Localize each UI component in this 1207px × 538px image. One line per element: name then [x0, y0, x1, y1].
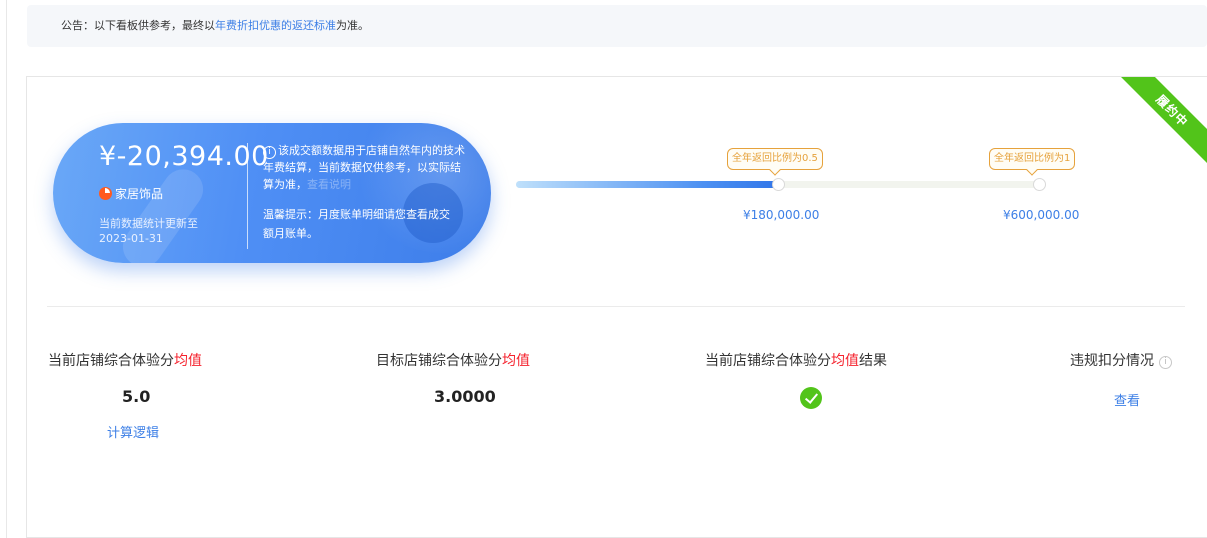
description-text: 该成交额数据用于店铺自然年内的技术年费结算，当前数据仅供参考，以实际结算为准， — [263, 144, 465, 191]
milestone-tag-2: 全年返回比例为1 — [989, 148, 1076, 170]
result-label-text: 当前店铺综合体验分 — [705, 353, 831, 369]
violation-label-text: 违规扣分情况 — [1070, 353, 1154, 369]
milestone-dot-1 — [772, 178, 785, 191]
milestone-amount-2: ¥600,000.00 — [1003, 208, 1080, 222]
category-label: 家居饰品 — [115, 187, 164, 201]
notice-suffix: 为准。 — [336, 19, 369, 32]
dashboard-card: 履约中 ¥-20,394.00 家居饰品 当前数据统计更新至 2023-01-3… — [26, 76, 1207, 538]
check-circle-icon — [800, 387, 822, 409]
current-score-label-text: 当前店铺综合体验分 — [48, 353, 174, 369]
notice-link[interactable]: 年费折扣优惠的返还标准 — [215, 19, 336, 32]
target-score-label-highlight: 均值 — [502, 353, 530, 369]
milestone-dot-2 — [1033, 178, 1046, 191]
result-label: 当前店铺综合体验分均值结果 — [705, 350, 887, 370]
category: 家居饰品 — [99, 185, 163, 202]
update-date: 2023-01-31 — [99, 232, 163, 245]
calc-logic-link[interactable]: 计算逻辑 — [107, 422, 159, 441]
question-icon[interactable]: i — [1159, 356, 1172, 369]
milestone-tag-1: 全年返回比例为0.5 — [727, 148, 823, 170]
violation-label: 违规扣分情况 i — [1070, 350, 1172, 370]
description-link[interactable]: 查看说明 — [307, 178, 351, 191]
update-label: 当前数据统计更新至 — [99, 217, 198, 230]
section-divider — [47, 306, 1185, 307]
data-description: i 该成交额数据用于店铺自然年内的技术年费结算，当前数据仅供参考，以实际结算为准，… — [263, 142, 468, 193]
pill-decoration-stripe — [115, 161, 211, 263]
progress-fill — [516, 181, 784, 188]
result-label-suffix: 结果 — [859, 353, 887, 369]
update-info: 当前数据统计更新至 2023-01-31 — [99, 216, 198, 246]
status-ribbon: 履约中 — [1110, 77, 1207, 173]
current-score-label: 当前店铺综合体验分均值 — [48, 350, 202, 370]
notice-prefix: 公告：以下看板供参考，最终以 — [61, 19, 215, 32]
target-score-label-text: 目标店铺综合体验分 — [376, 353, 502, 369]
result-label-highlight: 均值 — [831, 353, 859, 369]
tip-text: 温馨提示：月度账单明细请您查看成交额月账单。 — [263, 208, 450, 240]
current-score-value: 5.0 — [122, 387, 151, 406]
violation-view-link[interactable]: 查看 — [1114, 390, 1140, 409]
left-divider — [6, 0, 7, 538]
info-icon: i — [263, 146, 276, 159]
target-score-value: 3.0000 — [434, 387, 496, 406]
pill-divider — [247, 143, 248, 249]
notice-bar: 公告：以下看板供参考，最终以年费折扣优惠的返还标准为准。 — [27, 5, 1207, 47]
total-amount: ¥-20,394.00 — [99, 141, 269, 172]
milestone-amount-1: ¥180,000.00 — [743, 208, 820, 222]
target-score-label: 目标店铺综合体验分均值 — [376, 350, 530, 370]
summary-pill: ¥-20,394.00 家居饰品 当前数据统计更新至 2023-01-31 i该… — [53, 123, 491, 263]
category-pie-icon — [99, 187, 112, 200]
current-score-label-highlight: 均值 — [174, 353, 202, 369]
